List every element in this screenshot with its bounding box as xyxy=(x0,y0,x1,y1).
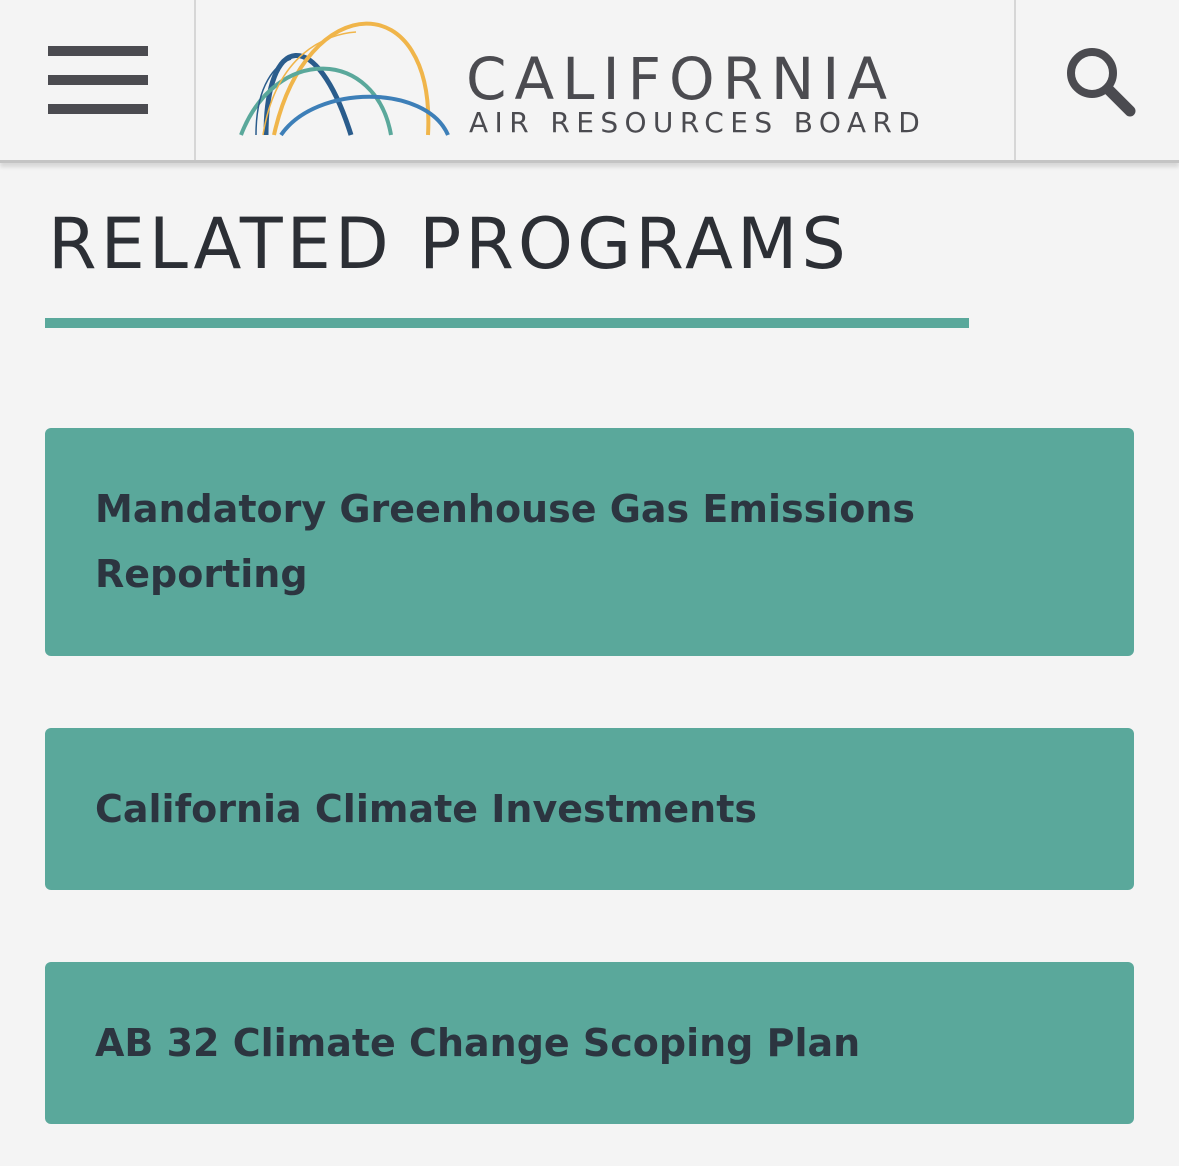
logo-arcs-icon xyxy=(239,21,450,137)
program-card-climate-investments[interactable]: California Climate Investments xyxy=(45,728,1134,890)
logo-title: CALIFORNIA xyxy=(466,45,896,113)
program-card-ghg-reporting[interactable]: Mandatory Greenhouse Gas Emissions Repor… xyxy=(45,428,1134,656)
program-card-scoping-plan[interactable]: AB 32 Climate Change Scoping Plan xyxy=(45,962,1134,1124)
carb-logo[interactable]: CALIFORNIA AIR RESOURCES BOARD xyxy=(236,14,976,144)
section-title: RELATED PROGRAMS xyxy=(48,203,850,285)
menu-button[interactable] xyxy=(0,0,196,160)
program-card-label: California Climate Investments xyxy=(95,786,757,831)
search-icon xyxy=(1067,48,1136,117)
program-card-label: Mandatory Greenhouse Gas Emissions Repor… xyxy=(95,487,916,596)
title-underline xyxy=(45,318,969,328)
site-header: CALIFORNIA AIR RESOURCES BOARD xyxy=(0,0,1179,163)
hamburger-icon xyxy=(48,46,148,114)
logo-subtitle: AIR RESOURCES BOARD xyxy=(469,106,927,139)
search-button[interactable] xyxy=(1014,0,1179,160)
program-card-label: AB 32 Climate Change Scoping Plan xyxy=(95,1020,861,1065)
